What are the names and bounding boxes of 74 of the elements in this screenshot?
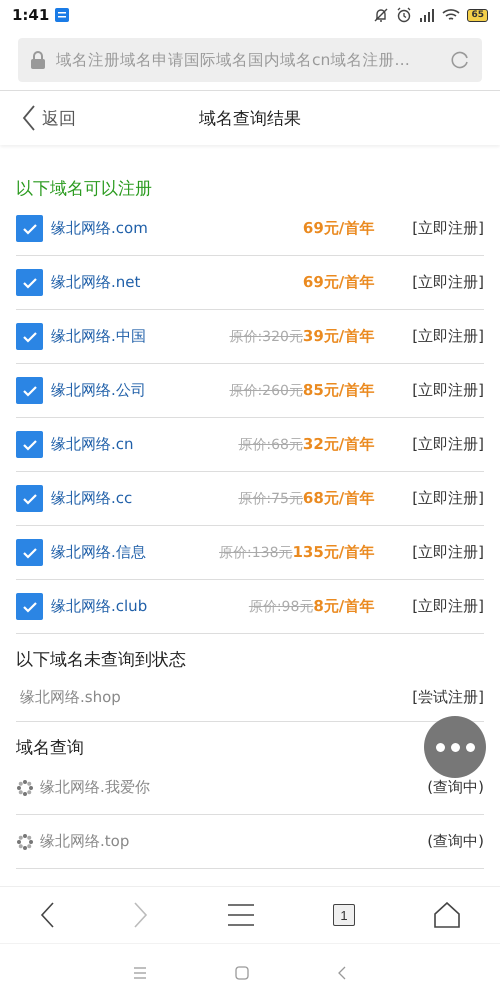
register-link[interactable]: [立即注册] [412, 597, 484, 616]
register-link[interactable]: [尝试注册] [412, 688, 484, 706]
page-heading: 域名查询结果 [199, 108, 301, 130]
checkbox[interactable] [16, 485, 43, 512]
app-notification-icon [55, 8, 70, 22]
price: 69元/首年 [302, 273, 374, 292]
check-icon [22, 384, 38, 396]
check-icon [22, 438, 38, 450]
menu-icon[interactable] [227, 903, 255, 927]
signal-icon [419, 7, 436, 23]
register-link[interactable]: [立即注册] [412, 381, 484, 400]
domain-name: 缘北网络.cn [51, 435, 134, 454]
domain-name: 缘北网络.net [51, 273, 140, 292]
wifi-icon [442, 8, 460, 22]
battery-level: 65 [467, 8, 488, 22]
domain-name: 缘北网络.信息 [51, 543, 146, 562]
original-price: 原价:138元 [219, 544, 292, 562]
alarm-icon [396, 7, 412, 23]
domain-name: 缘北网络.club [51, 597, 148, 616]
price: 85元/首年 [302, 381, 374, 400]
section-title: 以下域名未查询到状态 [16, 649, 186, 672]
section-title: 域名查询 [16, 737, 84, 760]
check-icon [22, 276, 38, 288]
price: 8元/首年 [313, 597, 374, 616]
domain-name: 缘北网络.cc [51, 489, 132, 508]
domain-name: 缘北网络.shop [20, 688, 121, 706]
lock-icon [30, 50, 46, 70]
checkbox[interactable] [16, 431, 43, 458]
original-price: 原价:68元 [238, 436, 303, 454]
original-price: 原价:320元 [229, 328, 303, 346]
domain-name: 缘北网络.com [51, 219, 148, 238]
loading-icon [16, 778, 34, 796]
price: 135元/首年 [292, 543, 374, 562]
price: 68元/首年 [302, 489, 374, 508]
back-link[interactable]: 返回 [22, 104, 76, 132]
check-icon [22, 492, 38, 504]
tab-count-button[interactable]: 1 [333, 904, 355, 926]
mute-icon [373, 7, 390, 23]
register-link[interactable]: [立即注册] [412, 219, 484, 238]
domain-name: 缘北网络.中国 [51, 327, 146, 346]
loading-icon [16, 832, 34, 850]
clock: 1:41 [12, 6, 50, 24]
checkbox[interactable] [16, 593, 43, 620]
home-icon[interactable] [433, 902, 461, 928]
query-status: (查询中) [427, 778, 484, 797]
check-icon [22, 330, 38, 342]
domain-name: 缘北网络.我爱你 [40, 778, 150, 797]
register-link[interactable]: [立即注册] [412, 273, 484, 292]
check-icon [22, 546, 38, 558]
checkbox[interactable] [16, 323, 43, 350]
checkbox[interactable] [16, 539, 43, 566]
register-link[interactable]: [立即注册] [412, 327, 484, 346]
section-title: 以下域名可以注册 [16, 178, 152, 201]
checkbox[interactable] [16, 377, 43, 404]
original-price: 原价:75元 [238, 490, 303, 508]
reload-icon[interactable] [450, 50, 470, 70]
page-title: 域名注册域名申请国际域名国内域名cn域名注册… [56, 50, 411, 70]
domain-name: 缘北网络.公司 [51, 381, 146, 400]
back-icon[interactable] [39, 901, 55, 929]
query-status: (查询中) [427, 832, 484, 851]
price: 69元/首年 [302, 219, 374, 238]
register-link[interactable]: [立即注册] [412, 489, 484, 508]
chevron-left-icon [22, 104, 36, 132]
register-link[interactable]: [立即注册] [412, 543, 484, 562]
price: 39元/首年 [302, 327, 374, 346]
check-icon [22, 222, 38, 234]
check-icon [22, 600, 38, 612]
original-price: 原价:98元 [248, 598, 314, 616]
register-link[interactable]: [立即注册] [412, 435, 484, 454]
original-price: 原价:260元 [229, 382, 303, 400]
domain-name: 缘北网络.top [40, 832, 130, 851]
checkbox[interactable] [16, 269, 43, 296]
checkbox[interactable] [16, 215, 43, 242]
price: 32元/首年 [302, 435, 374, 454]
